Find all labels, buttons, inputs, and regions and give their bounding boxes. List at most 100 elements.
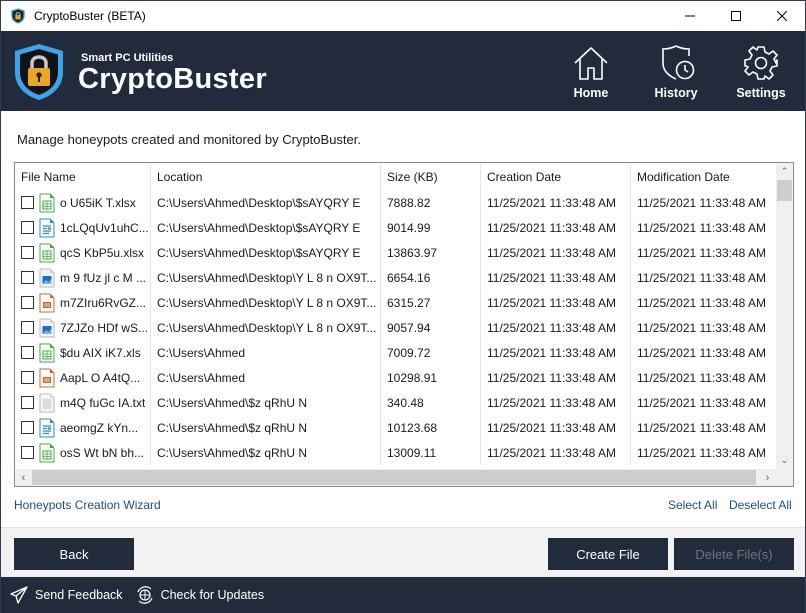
scroll-up-arrow-icon[interactable]: ⌃ — [776, 163, 793, 180]
home-icon — [574, 47, 608, 80]
cell-file-name: osS Wt bN bh... — [15, 440, 151, 465]
presentation-file-icon — [39, 293, 55, 313]
table-row[interactable]: osS Wt bN bh... C:\Users\Ahmed\$z qRhU N1… — [15, 440, 775, 465]
vertical-scroll-thumb[interactable] — [777, 180, 792, 201]
maximize-icon — [731, 11, 741, 21]
table-row[interactable]: AapL O A4tQ... C:\Users\Ahmed 10298.91 11/2… — [15, 365, 775, 390]
nav-history[interactable]: History — [641, 43, 711, 105]
window-title: CryptoBuster (BETA) — [34, 9, 146, 23]
file-name: m 9 fUz jl c M ... — [60, 270, 147, 285]
column-header-modification-date[interactable]: Modification Date — [631, 163, 775, 190]
cell-location: C:\Users\Ahmed — [151, 365, 381, 390]
table-row[interactable]: m7ZIru6RvGZ... C:\Users\Ahmed\Desktop\Y L… — [15, 290, 775, 315]
horizontal-scroll-thumb[interactable] — [32, 470, 756, 485]
document-file-icon — [39, 418, 55, 438]
check-updates-button[interactable]: Check for Updates — [135, 585, 264, 605]
paper-plane-icon — [10, 586, 28, 604]
column-header-size[interactable]: Size (KB) — [381, 163, 481, 190]
minimize-button[interactable] — [667, 1, 713, 31]
scroll-left-arrow-icon[interactable]: ‹ — [15, 469, 32, 486]
nav-home[interactable]: Home — [556, 43, 626, 105]
row-checkbox[interactable] — [21, 321, 34, 334]
app-shield-lock-icon — [11, 8, 25, 24]
horizontal-scrollbar[interactable]: ‹ › — [15, 469, 793, 486]
nav-history-label: History — [654, 86, 698, 100]
column-header-location[interactable]: Location — [151, 163, 381, 190]
close-icon — [777, 11, 787, 21]
app-header: Smart PC Utilities CryptoBuster Home His… — [1, 31, 805, 111]
scroll-down-arrow-icon[interactable]: ⌄ — [776, 452, 793, 469]
gear-icon — [744, 46, 778, 80]
nav-settings[interactable]: Settings — [726, 43, 796, 105]
delete-files-button[interactable]: Delete File(s) — [674, 538, 794, 570]
column-header-file-name[interactable]: File Name — [15, 163, 151, 190]
table-row[interactable]: qcS KbP5u.xlsx C:\Users\Ahmed\Desktop\$sA… — [15, 240, 775, 265]
cell-size: 13009.11 — [381, 440, 481, 465]
history-shield-clock-icon — [662, 45, 695, 80]
cell-size: 6654.16 — [381, 265, 481, 290]
table-row[interactable]: aeomgZ kYn... C:\Users\Ahmed\$z qRhU N 101… — [15, 415, 775, 440]
row-checkbox[interactable] — [21, 446, 34, 459]
cell-file-name: aeomgZ kYn... — [15, 415, 151, 440]
close-button[interactable] — [759, 1, 805, 31]
cell-creation-date: 11/25/2021 11:33:48 AM — [481, 415, 631, 440]
cell-size: 7009.72 — [381, 340, 481, 365]
cell-modification-date: 11/25/2021 11:33:48 AM — [637, 270, 766, 285]
table-row[interactable]: 7ZJZo HDf wS... C:\Users\Ahmed\Desktop\Y … — [15, 315, 775, 340]
update-globe-icon — [137, 586, 153, 604]
back-button[interactable]: Back — [14, 538, 134, 570]
row-checkbox[interactable] — [21, 346, 34, 359]
file-name: aeomgZ kYn... — [60, 420, 139, 435]
cell-file-name: $du AIX iK7.xls — [15, 340, 151, 365]
select-all-link[interactable]: Select All — [668, 498, 717, 512]
row-checkbox[interactable] — [21, 246, 34, 259]
scroll-right-arrow-icon[interactable]: › — [759, 469, 776, 486]
table-row[interactable]: m4Q fuGc IA.txt C:\Users\Ahmed\$z qRhU N3… — [15, 390, 775, 415]
row-checkbox[interactable] — [21, 221, 34, 234]
main-content: Manage honeypots created and monitored b… — [1, 111, 805, 527]
row-checkbox[interactable] — [21, 196, 34, 209]
maximize-button[interactable] — [713, 1, 759, 31]
spreadsheet-file-icon — [39, 243, 55, 263]
vertical-scrollbar[interactable]: ⌃ ⌄ — [776, 163, 793, 469]
cell-location: C:\Users\Ahmed\$z qRhU N — [151, 415, 381, 440]
row-checkbox[interactable] — [21, 271, 34, 284]
cell-location: C:\Users\Ahmed\Desktop\$sAYQRY E — [151, 215, 381, 240]
cell-creation-date: 11/25/2021 11:33:48 AM — [481, 440, 631, 465]
cell-location: C:\Users\Ahmed\Desktop\Y L 8 n OX9T... — [151, 315, 381, 340]
spreadsheet-file-icon — [39, 193, 55, 213]
footer-bar: Send Feedback Check for Updates — [1, 577, 805, 613]
create-file-button[interactable]: Create File — [548, 538, 668, 570]
column-header-creation-date[interactable]: Creation Date — [481, 163, 631, 190]
spreadsheet-file-icon — [39, 343, 55, 363]
table-row[interactable]: $du AIX iK7.xls C:\Users\Ahmed 7009.72 11/2… — [15, 340, 775, 365]
page-description: Manage honeypots created and monitored b… — [17, 132, 361, 147]
cell-file-name: o U65iK T.xlsx — [15, 190, 151, 215]
cell-modification-date: 11/25/2021 11:33:48 AM — [637, 345, 766, 360]
table-row[interactable]: o U65iK T.xlsx C:\Users\Ahmed\Desktop\$sA… — [15, 190, 775, 215]
cell-size: 10298.91 — [381, 365, 481, 390]
cell-creation-date: 11/25/2021 11:33:48 AM — [481, 240, 631, 265]
nav-settings-label: Settings — [736, 86, 786, 100]
row-checkbox[interactable] — [21, 296, 34, 309]
image-file-icon — [39, 268, 55, 288]
row-checkbox[interactable] — [21, 421, 34, 434]
cell-size: 10123.68 — [381, 415, 481, 440]
cell-file-name: 1cLQqUv1uhC... — [15, 215, 151, 240]
honeypots-creation-wizard-link[interactable]: Honeypots Creation Wizard — [14, 498, 161, 512]
cell-modification-date: 11/25/2021 11:33:48 AM — [637, 370, 766, 385]
table-row[interactable]: m 9 fUz jl c M ... C:\Users\Ahmed\Desktop… — [15, 265, 775, 290]
cell-size: 13863.97 — [381, 240, 481, 265]
app-window: CryptoBuster (BETA) Smart PC Utilities C… — [0, 0, 806, 613]
send-feedback-button[interactable]: Send Feedback — [9, 585, 123, 605]
row-checkbox[interactable] — [21, 371, 34, 384]
cell-modification-date: 11/25/2021 11:33:48 AM — [637, 445, 766, 460]
deselect-all-link[interactable]: Deselect All — [729, 498, 792, 512]
cell-creation-date: 11/25/2021 11:33:48 AM — [481, 340, 631, 365]
cell-creation-date: 11/25/2021 11:33:48 AM — [481, 290, 631, 315]
row-checkbox[interactable] — [21, 396, 34, 409]
table-row[interactable]: 1cLQqUv1uhC... C:\Users\Ahmed\Desktop\$sA… — [15, 215, 775, 240]
cell-modification-date: 11/25/2021 11:33:48 AM — [637, 295, 766, 310]
cell-file-name: m4Q fuGc IA.txt — [15, 390, 151, 415]
send-feedback-label: Send Feedback — [35, 588, 123, 602]
